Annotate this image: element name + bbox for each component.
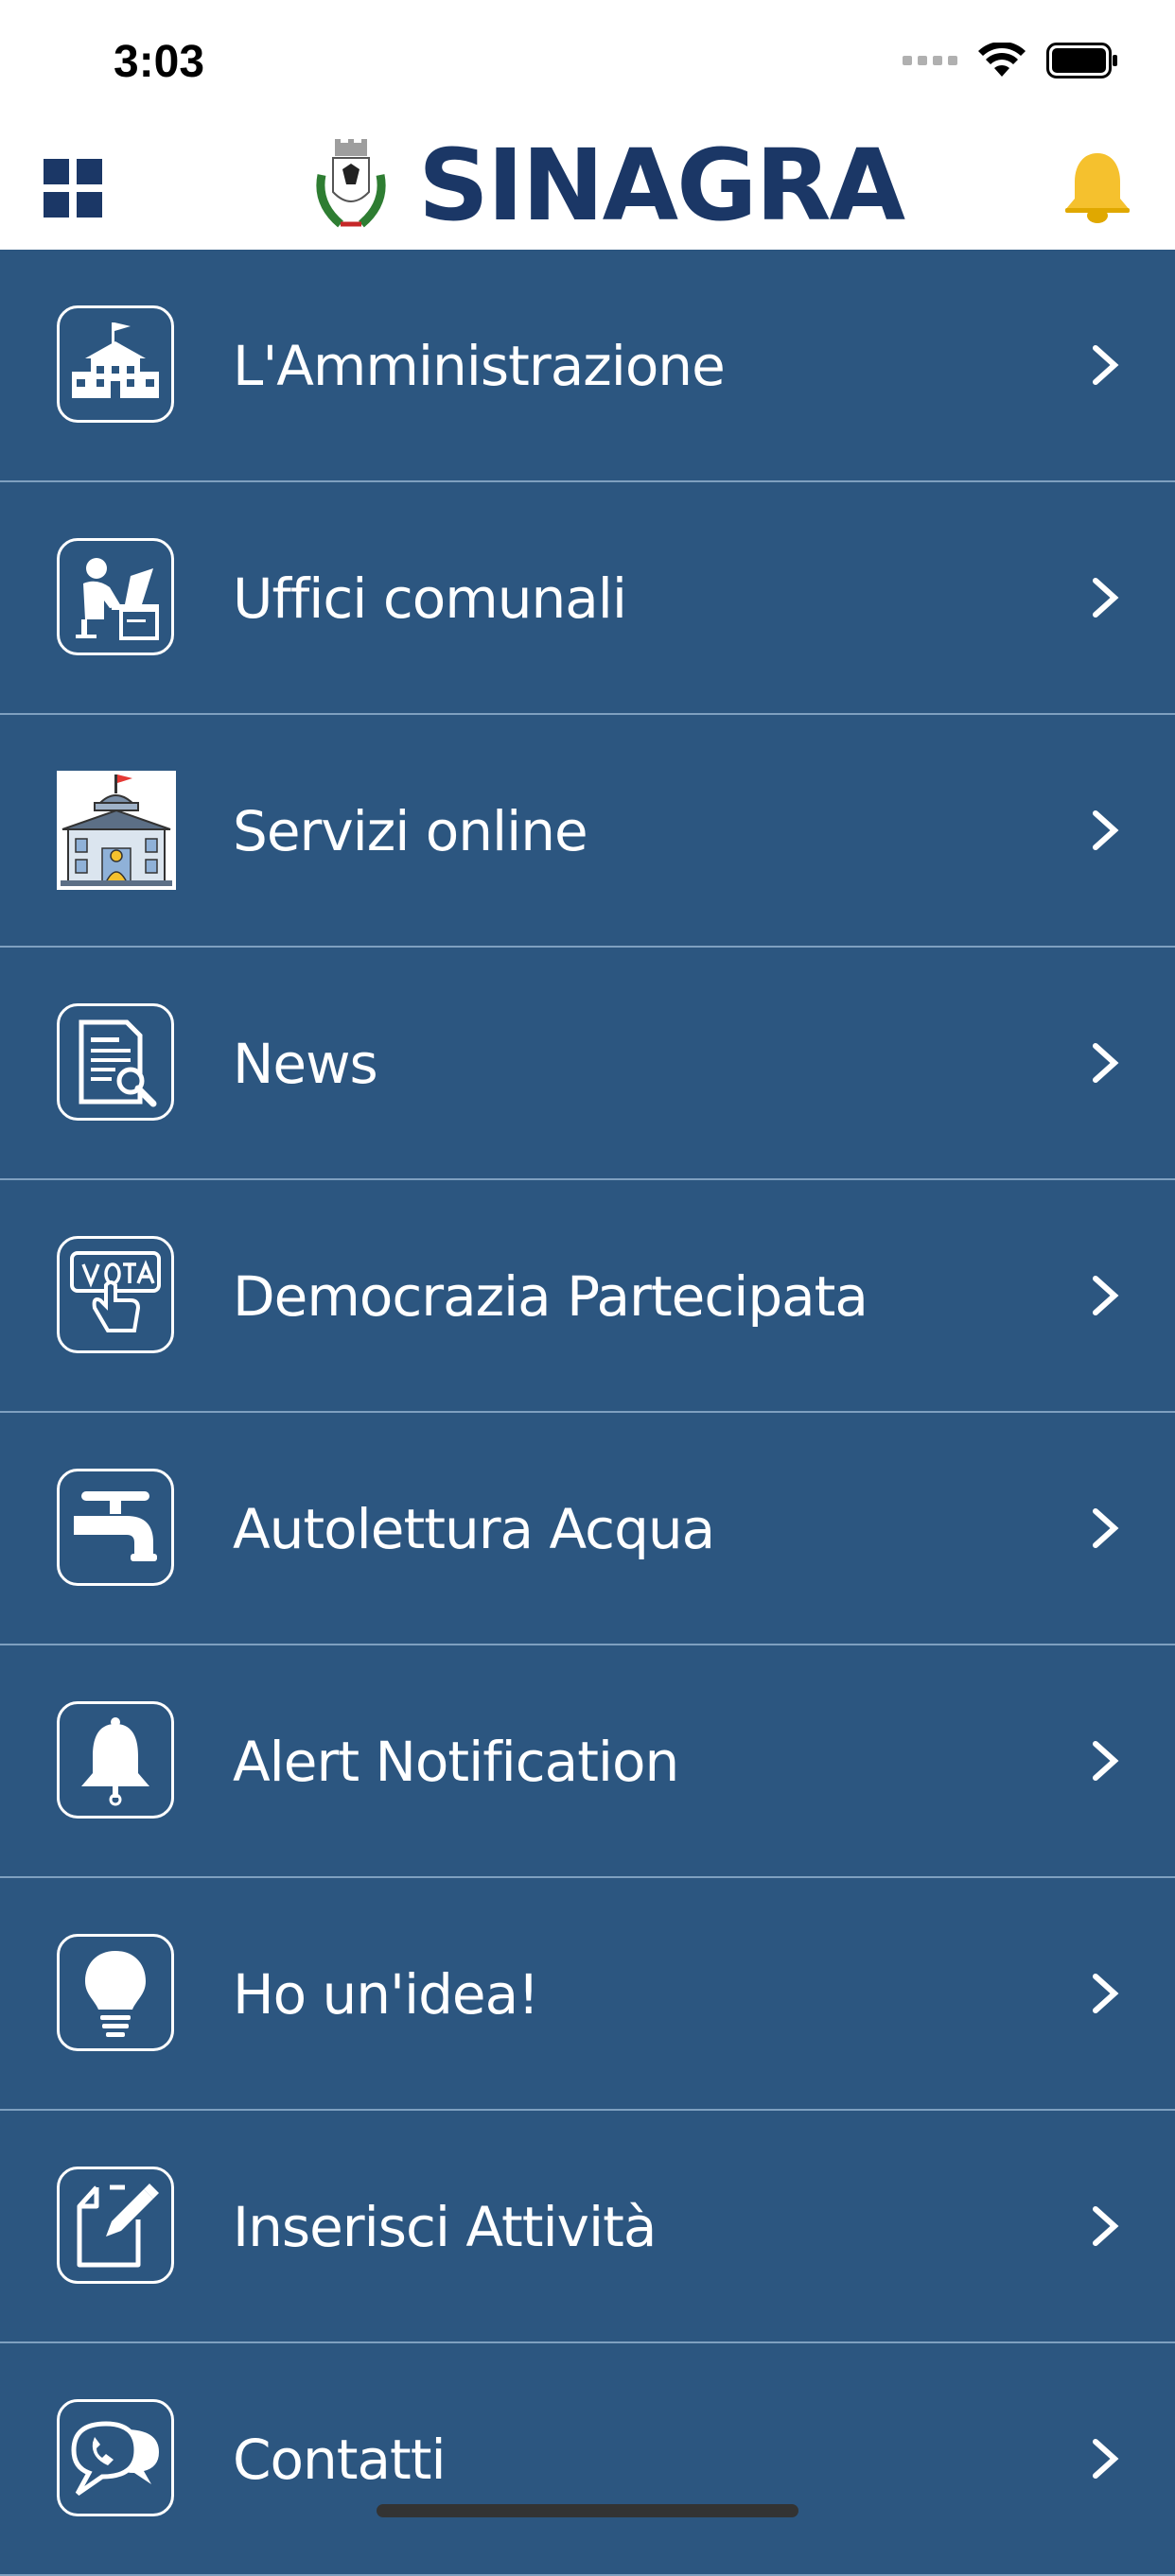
vote-hand-icon [57, 1236, 174, 1353]
menu-item-label: Ho un'idea! [233, 1962, 539, 2027]
status-icons [903, 42, 1118, 79]
menu-item-contatti[interactable]: Contatti [0, 2343, 1175, 2576]
menu-item-democrazia-partecipata[interactable]: Democrazia Partecipata [0, 1180, 1175, 1413]
municipal-building-icon [57, 771, 176, 890]
menu-item-news[interactable]: News [0, 948, 1175, 1180]
menu-item-servizi-online[interactable]: Servizi online [0, 715, 1175, 948]
chat-phone-icon [57, 2399, 174, 2516]
lightbulb-icon [57, 1934, 174, 2051]
chevron-right-icon [1093, 345, 1119, 385]
chevron-right-icon [1093, 2206, 1119, 2246]
chevron-right-icon [1093, 1741, 1119, 1781]
menu-item-uffici-comunali[interactable]: Uffici comunali [0, 482, 1175, 715]
status-time: 3:03 [114, 37, 205, 87]
menu-item-ho-un-idea[interactable]: Ho un'idea! [0, 1878, 1175, 2111]
status-bar: 3:03 [0, 0, 1175, 123]
menu-item-inserisci-attivita[interactable]: Inserisci Attività [0, 2111, 1175, 2343]
coat-of-arms-logo [316, 139, 386, 228]
signal-icon [903, 56, 957, 65]
app-title: SINAGRA [418, 128, 905, 243]
menu-item-label: Democrazia Partecipata [233, 1264, 868, 1329]
chevron-right-icon [1093, 810, 1119, 850]
chevron-right-icon [1093, 1508, 1119, 1548]
home-indicator[interactable] [377, 2504, 798, 2517]
town-hall-icon [57, 305, 174, 423]
water-tap-icon [57, 1469, 174, 1586]
app-header: SINAGRA [0, 123, 1175, 250]
notification-bell-icon[interactable] [1061, 149, 1133, 225]
edit-document-icon [57, 2167, 174, 2284]
bell-icon [57, 1701, 174, 1819]
document-search-icon [57, 1003, 174, 1121]
office-worker-icon [57, 538, 174, 655]
menu-item-label: L'Amministrazione [233, 334, 726, 398]
chevron-right-icon [1093, 1043, 1119, 1083]
chevron-right-icon [1093, 1276, 1119, 1315]
menu-item-autolettura-acqua[interactable]: Autolettura Acqua [0, 1413, 1175, 1645]
chevron-right-icon [1093, 578, 1119, 618]
wifi-icon [978, 43, 1026, 77]
chevron-right-icon [1093, 1974, 1119, 2013]
menu-item-amministrazione[interactable]: L'Amministrazione [0, 250, 1175, 482]
menu-item-label: Uffici comunali [233, 566, 627, 631]
chevron-right-icon [1093, 2439, 1119, 2479]
menu-item-label: News [233, 1032, 378, 1096]
menu-item-label: Alert Notification [233, 1730, 679, 1794]
menu-item-label: Inserisci Attività [233, 2195, 657, 2259]
main-menu: L'Amministrazione Uffici comunali Serviz… [0, 250, 1175, 2576]
menu-item-label: Servizi online [233, 799, 588, 863]
menu-item-alert-notification[interactable]: Alert Notification [0, 1645, 1175, 1878]
grid-menu-icon[interactable] [44, 159, 102, 218]
menu-item-label: Autolettura Acqua [233, 1497, 715, 1561]
battery-icon [1046, 43, 1117, 78]
menu-item-label: Contatti [233, 2428, 447, 2492]
